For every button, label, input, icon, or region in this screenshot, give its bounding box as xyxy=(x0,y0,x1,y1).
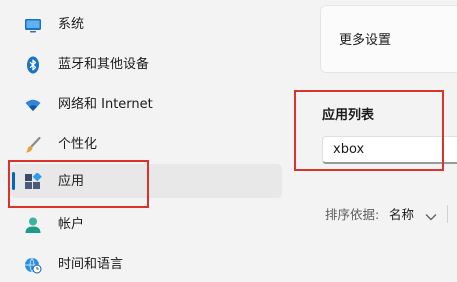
sidebar-item-label: 应用 xyxy=(58,174,85,189)
selection-indicator xyxy=(12,172,15,190)
sort-dropdown[interactable]: 名称 xyxy=(389,206,414,224)
sidebar-item-label: 时间和语言 xyxy=(58,257,124,272)
sort-label: 排序依据: xyxy=(325,207,380,222)
sidebar-item-personalization[interactable]: 个性化 xyxy=(10,128,282,162)
sidebar-item-time-language[interactable]: 时间和语言 xyxy=(10,248,282,282)
more-settings-label: 更多设置 xyxy=(339,33,392,48)
sidebar-item-bluetooth[interactable]: 蓝牙和其他设备 xyxy=(10,48,282,82)
sidebar-item-apps[interactable]: 应用 xyxy=(10,164,282,198)
apps-icon xyxy=(24,172,42,191)
settings-sidebar: 系统 蓝牙和其他设备 网络和 Internet 个性化 应用 帐户 时间和语言 xyxy=(0,0,290,278)
app-search-input[interactable]: xbox xyxy=(322,136,457,164)
bluetooth-icon xyxy=(24,56,42,74)
sidebar-item-label: 个性化 xyxy=(58,137,98,152)
app-list-title: 应用列表 xyxy=(322,108,375,123)
chevron-down-icon[interactable] xyxy=(424,208,438,221)
system-icon xyxy=(24,16,42,34)
sidebar-item-label: 帐户 xyxy=(58,217,85,232)
more-settings-card[interactable]: 更多设置 xyxy=(320,5,457,73)
sidebar-item-label: 网络和 Internet xyxy=(58,97,153,112)
sidebar-item-accounts[interactable]: 帐户 xyxy=(10,208,282,242)
sidebar-item-label: 蓝牙和其他设备 xyxy=(58,57,150,72)
brush-icon xyxy=(24,136,42,154)
account-icon xyxy=(24,216,42,234)
search-input-value: xbox xyxy=(333,142,365,157)
wifi-icon xyxy=(24,96,42,114)
sidebar-item-label: 系统 xyxy=(58,17,85,32)
divider xyxy=(447,205,448,223)
sidebar-item-system[interactable]: 系统 xyxy=(10,8,282,42)
sidebar-item-network[interactable]: 网络和 Internet xyxy=(10,88,282,122)
globe-clock-icon xyxy=(24,256,42,274)
